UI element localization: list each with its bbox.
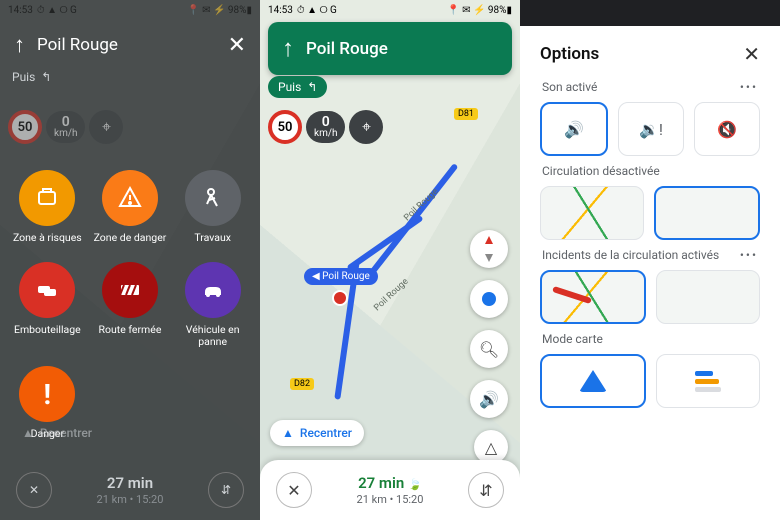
leaf-icon: 🍃 [408,478,422,491]
speed-cluster: 50 0 km/h ⌖ [8,110,123,144]
close-nav-button[interactable]: ✕ [276,472,312,508]
turn-left-icon: ↰ [41,70,51,84]
overlay-header: ↑ Poil Rouge ✕ [8,22,252,68]
mapmode-options [540,354,760,408]
status-right-icons: 📍 ✉ ⚡ 98%▮ [447,5,512,16]
traffic-options [540,186,760,240]
current-speed: 0 km/h [46,111,85,143]
status-bar: 14:53 ⏱ ▲ ⭘ G 📍 ✉ ⚡ 98%▮ [260,0,520,20]
recenter-button[interactable]: ▲ Recentrer [10,420,104,446]
close-button[interactable]: ✕ [743,42,760,66]
status-time: 14:53 [268,5,293,16]
satellite-icon [695,371,721,392]
recenter-icon: ▲ [282,426,294,440]
hazard-road-closed[interactable]: Route fermée [90,262,170,348]
search-button[interactable]: 🔍︎ [470,330,508,368]
more-icon[interactable]: ••• [740,80,758,94]
screen-navigation: 14:53 ⏱ ▲ ⭘ G 📍 ✉ ⚡ 98%▮ ↑ Poil Rouge Pui… [260,0,520,520]
status-time: 14:53 [8,5,33,16]
add-stop-button[interactable]: ⌖ [349,110,383,144]
add-stop-button[interactable]: ⌖ [89,110,123,144]
route-marker-chip: ◀ Poil Rouge [304,268,378,285]
roadworks-icon [199,184,227,212]
options-title: Options [540,44,599,64]
direction-banner[interactable]: ↑ Poil Rouge [268,22,512,75]
up-arrow-icon: ↑ [14,32,25,58]
overlay-destination: Poil Rouge [37,35,118,55]
road-tag: D82 [290,378,314,390]
mic-icon [482,292,496,306]
route-options-button[interactable]: ⇵ [468,472,504,508]
traffic-jam-icon [33,276,61,304]
sound-icon: 🔊 [479,390,499,409]
then-chip: Puis ↰ [268,76,327,98]
warning-icon: △ [485,438,497,457]
incident-options [540,270,760,324]
danger-zone-icon [116,184,144,212]
close-button[interactable]: ✕ [228,33,246,58]
turn-left-icon: ↰ [307,80,317,94]
sound-off-icon: 🔇 [717,120,737,139]
bottom-bar: ✕ 27 min 🍃 21 km • 15:20 ⇵ [260,460,520,520]
mapmode-satellite-option[interactable] [656,354,760,408]
section-traffic: Circulation désactivée [542,164,758,178]
section-mapmode: Mode carte [542,332,758,346]
more-icon[interactable]: ••• [740,248,758,262]
speed-cluster: 50 0 km/h ⌖ [268,110,383,144]
eta-block: 27 min 21 km • 15:20 [97,474,164,507]
incidents-on-option[interactable] [540,270,646,324]
hazard-grid: Zone à risques Zone de danger Travaux Em… [0,170,260,440]
traffic-on-option[interactable] [540,186,644,240]
sound-alerts-option[interactable]: 🔉! [618,102,684,156]
arrowhead-icon [579,370,607,392]
voice-button[interactable] [470,280,508,318]
road-closed-icon [116,276,144,304]
bottom-bar-ghost: ✕ 27 min 21 km • 15:20 ⇵ [0,460,260,520]
options-header: Options ✕ [540,42,760,66]
search-icon: 🔍︎ [479,340,499,359]
hazard-traffic-jam[interactable]: Embouteillage [7,262,87,348]
section-sound: Son activé ••• [542,80,758,94]
sound-button[interactable]: 🔊 [470,380,508,418]
stop-sign-icon [332,290,348,306]
hazard-roadworks[interactable]: Travaux [173,170,253,244]
route-options-button[interactable]: ⇵ [208,472,244,508]
risk-zone-icon [33,184,61,212]
speed-limit-badge: 50 [268,110,302,144]
hazard-vehicle-breakdown[interactable]: Véhicule en panne [173,262,253,348]
sound-on-icon: 🔊 [564,120,584,139]
compass-button[interactable] [470,230,508,268]
recenter-icon: ▲ [22,426,34,440]
hazard-danger-zone[interactable]: Zone de danger [90,170,170,244]
screen-hazard-report: 14:53 ⏱ ▲ ⭘ G 📍 ✉ ⚡ 98%▮ 50 0 km/h ⌖ ↑ Po… [0,0,260,520]
road-tag: D81 [454,108,478,120]
current-speed: 0 km/h [306,111,345,143]
traffic-off-option[interactable] [654,186,760,240]
overlay-then: Puis ↰ [12,70,51,84]
breakdown-icon [199,276,227,304]
status-right-icons: 📍 ✉ ⚡ 98%▮ [187,5,252,16]
status-left-icons: ⏱ ▲ ⭘ G [297,5,337,16]
screen-options: Options ✕ Son activé ••• 🔊 🔉! 🔇 Circulat… [520,0,780,520]
mapmode-default-option[interactable] [540,354,646,408]
direction-destination: Poil Rouge [306,39,388,59]
incidents-off-option[interactable] [656,270,760,324]
sound-on-option[interactable]: 🔊 [540,102,608,156]
sound-off-option[interactable]: 🔇 [694,102,760,156]
report-hazard-button[interactable]: △ [474,430,508,464]
hazard-risk-zone[interactable]: Zone à risques [7,170,87,244]
close-nav-button[interactable]: ✕ [16,472,52,508]
status-left-icons: ⏱ ▲ ⭘ G [37,5,77,16]
status-bar-dark [520,0,780,26]
section-incidents: Incidents de la circulation activés ••• [542,248,758,262]
recenter-button[interactable]: ▲ Recentrer [270,420,364,446]
sound-options: 🔊 🔉! 🔇 [540,102,760,156]
up-arrow-icon: ↑ [282,34,294,63]
options-sheet: Options ✕ Son activé ••• 🔊 🔉! 🔇 Circulat… [528,28,772,520]
sound-alert-icon: 🔉! [639,120,663,139]
speed-limit-badge: 50 [8,110,42,144]
eta-block[interactable]: 27 min 🍃 21 km • 15:20 [357,473,424,507]
exclamation-icon: ! [44,378,52,411]
status-bar: 14:53 ⏱ ▲ ⭘ G 📍 ✉ ⚡ 98%▮ [0,0,260,20]
